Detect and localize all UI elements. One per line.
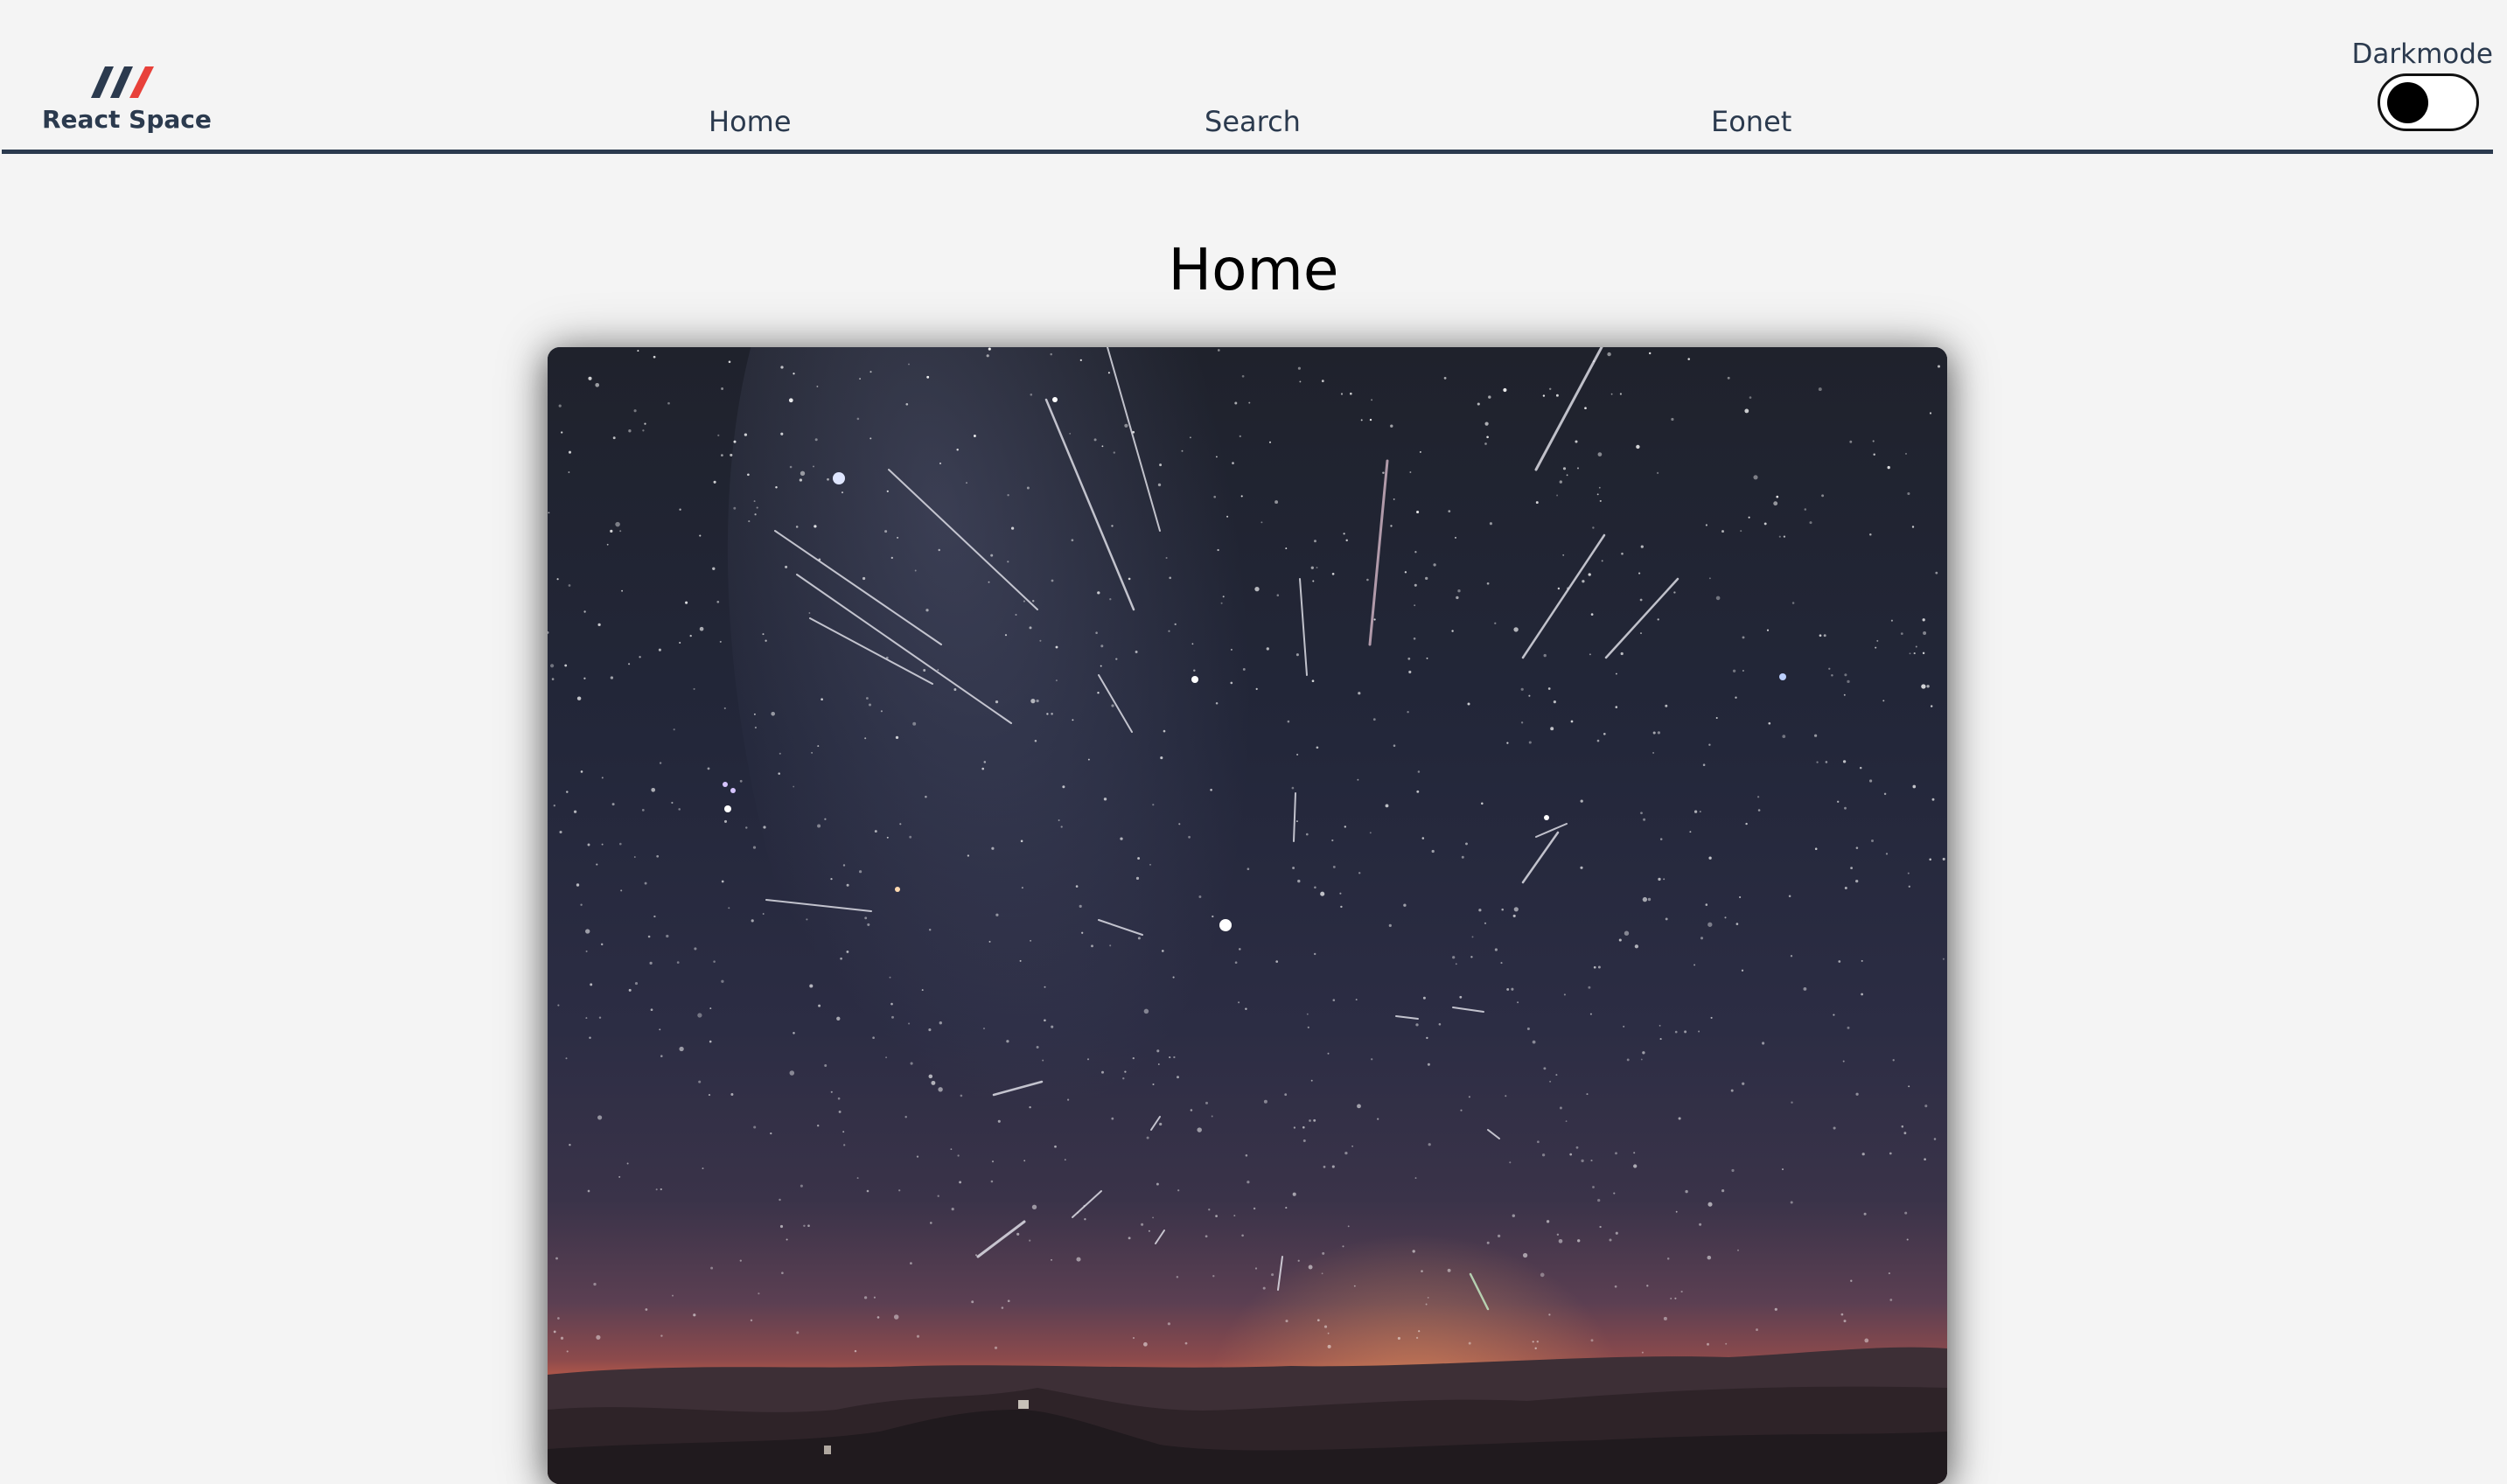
darkmode-control: Darkmode [2344,35,2502,140]
nav-link-search[interactable]: Search [1205,105,1301,138]
meteor-shower-image [548,347,1947,1484]
darkmode-toggle[interactable] [2378,73,2479,131]
react-space-logo-icon [87,59,157,103]
top-navbar: React Space Home Search Eonet Darkmode [0,0,2507,156]
brand-logo-link[interactable]: React Space [42,52,212,140]
nav-link-home[interactable]: Home [709,105,792,138]
toggle-knob [2387,82,2428,123]
featured-image-card [548,347,1947,1484]
nav-link-eonet[interactable]: Eonet [1711,105,1791,138]
darkmode-label: Darkmode [2351,38,2493,70]
page-title: Home [1168,236,1339,303]
brand-name: React Space [42,105,212,134]
header-divider [2,150,2493,154]
